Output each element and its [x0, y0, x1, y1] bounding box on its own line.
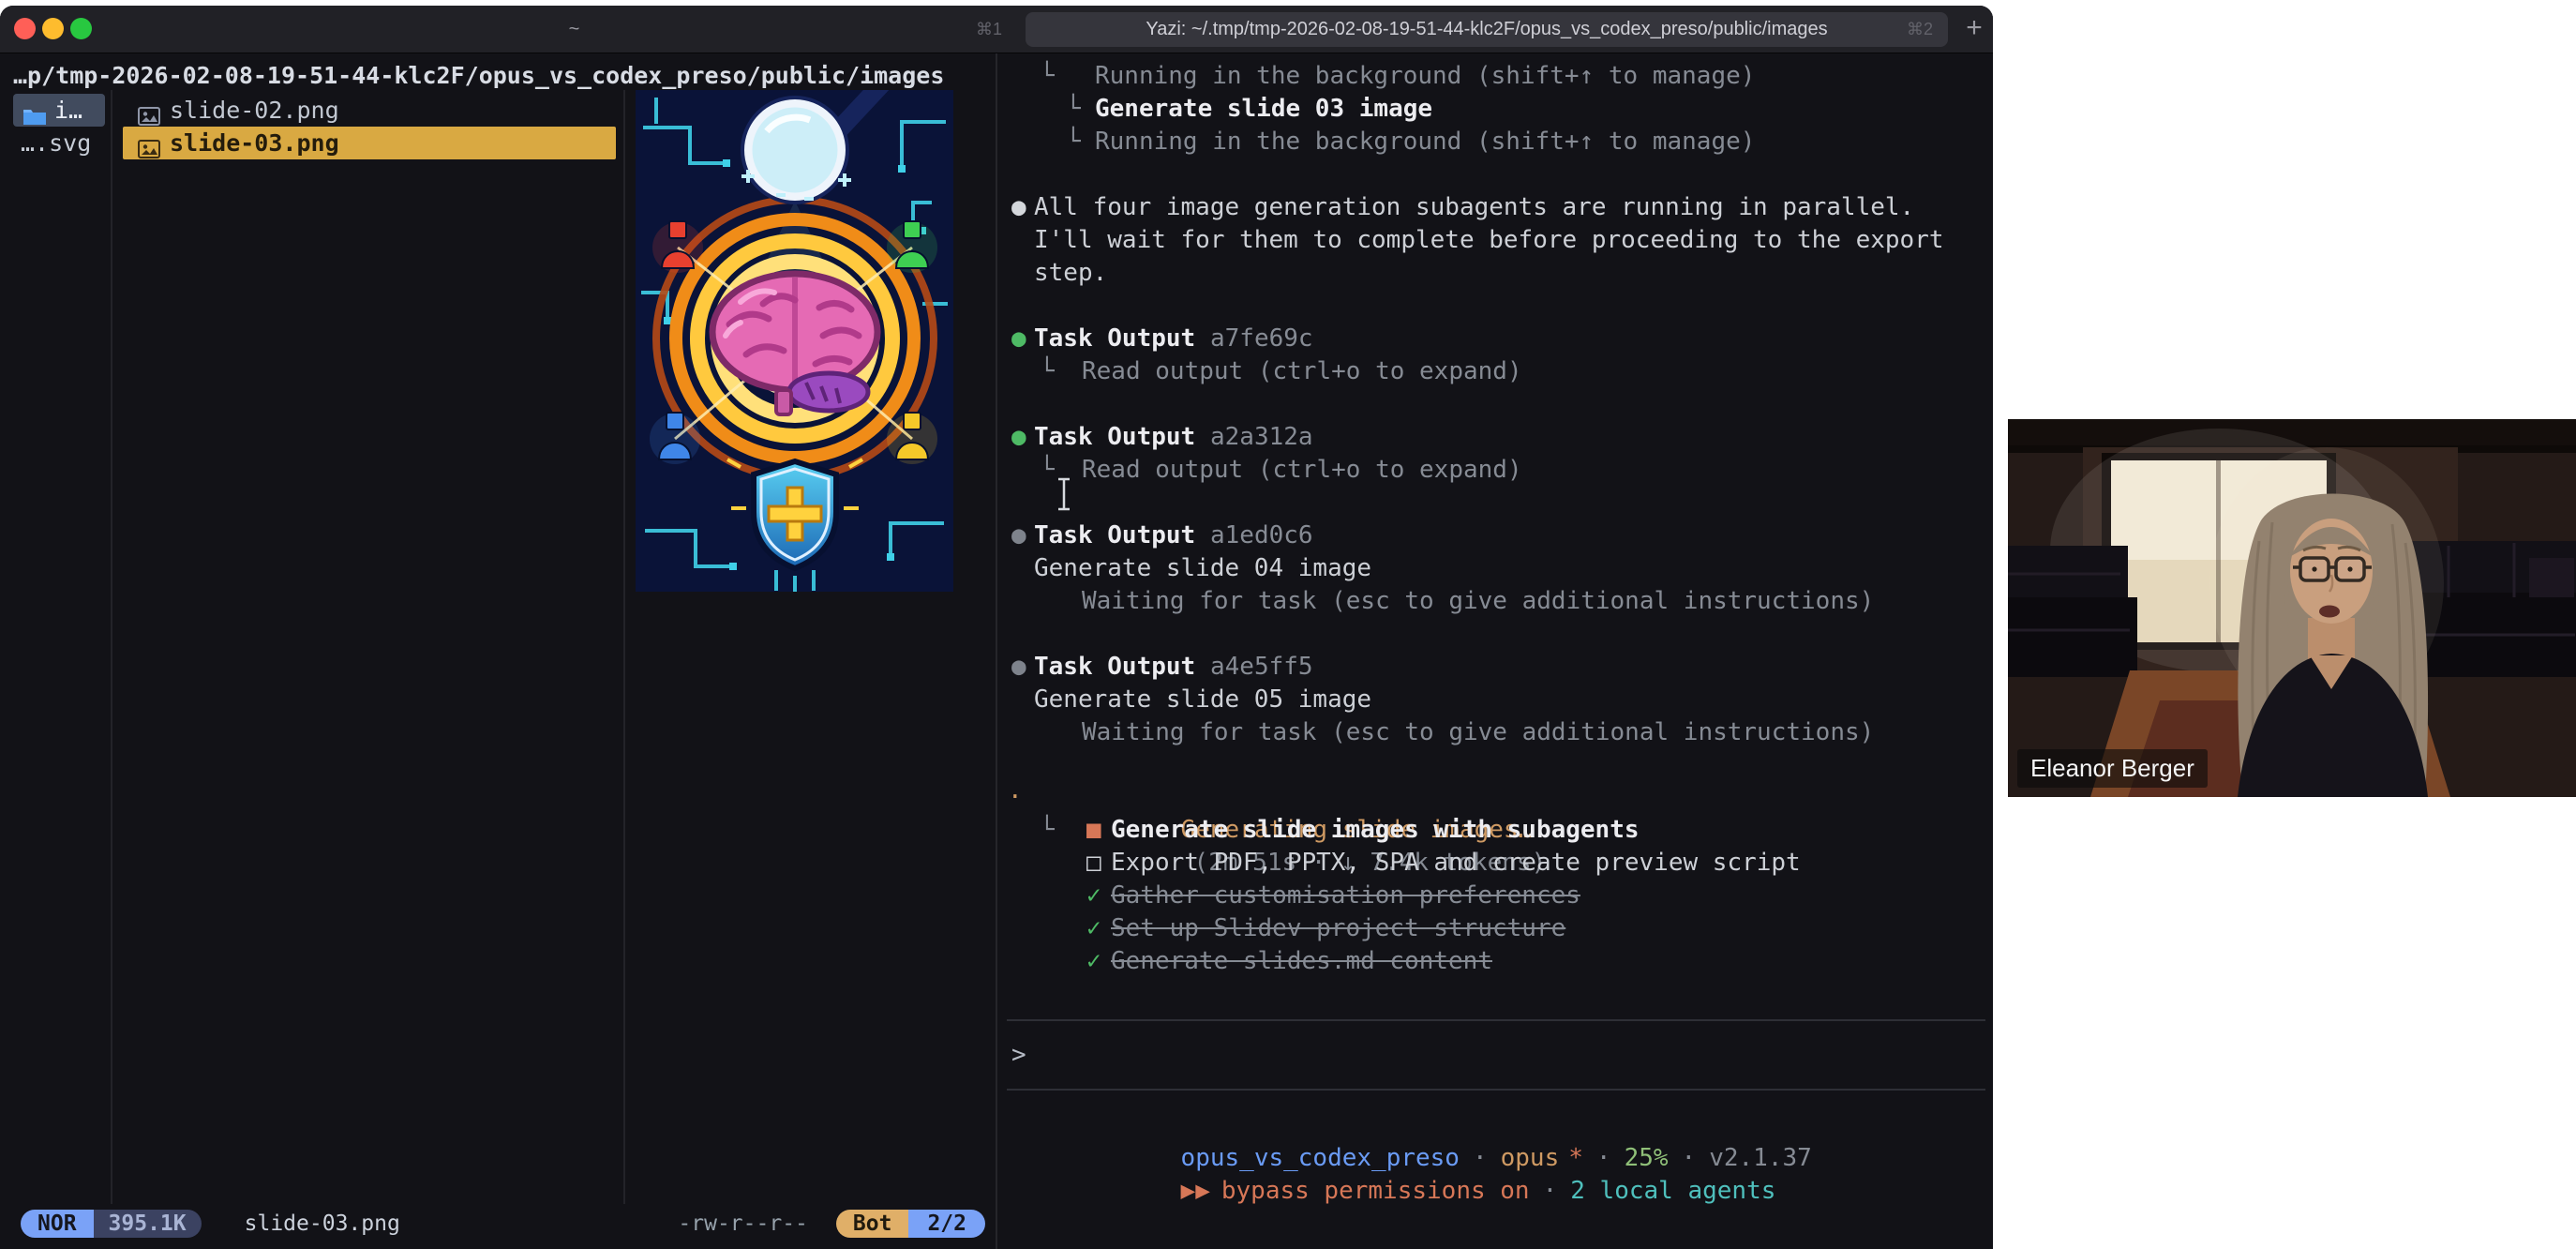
- file-name: slide-03.png: [170, 129, 339, 157]
- plus-icon: +: [1966, 12, 1983, 43]
- tab-yazi[interactable]: Yazi: ~/.tmp/tmp-2026-02-08-19-51-44-klc…: [1026, 12, 1948, 47]
- bg-task-running-line: └ Running in the background (shift+↑ to …: [1066, 128, 1756, 156]
- task-output-detail: └ Read output (ctrl+o to expand): [1040, 357, 1522, 385]
- task-output-waiting: Waiting for task (esc to give additional…: [1082, 587, 1875, 615]
- task-output-taskname: Generate slide 04 image: [1034, 554, 1372, 582]
- parent-item-images[interactable]: i…: [13, 94, 105, 127]
- parent-item-svg[interactable]: ….svg: [13, 127, 105, 159]
- preview-art-svg: [636, 73, 953, 592]
- column-divider: [623, 90, 625, 1204]
- parent-item-label: ….svg: [21, 129, 92, 157]
- bg-task-title-line: └ Generate slide 03 image: [1066, 95, 1433, 123]
- webcam-tile: Eleanor Berger: [2008, 419, 2576, 797]
- minimize-window-icon[interactable]: [42, 18, 64, 39]
- right-panel: Eleanor Berger: [1993, 0, 2576, 1249]
- task-output-header: ● Task Output a2a312a: [1011, 423, 1313, 451]
- bypass-permissions-text: bypass permissions on: [1221, 1177, 1530, 1205]
- spinner-icon: ·: [1008, 783, 1023, 811]
- claude-statusline: opus_vs_codex_preso · opus * · 25% · v2.1.37: [1180, 1144, 1812, 1172]
- claude-code-pane: └ Running in the background (shift+↑ to …: [997, 53, 1993, 1249]
- breadcrumb: …p/tmp-2026-02-08-19-51-44-klc2F/opus_vs…: [13, 62, 945, 89]
- todo-item-done: ✓ Gather customisation preferences: [997, 880, 1993, 912]
- check-icon: ✓: [1086, 914, 1101, 942]
- task-output-taskname: Generate slide 05 image: [1034, 685, 1372, 714]
- zoom-window-icon[interactable]: [70, 18, 92, 39]
- todo-item-open: □ Export PDF, PPTX, SPA and create previ…: [997, 847, 1993, 880]
- check-icon: ✓: [1086, 881, 1101, 910]
- position-badge: Bot: [835, 1210, 909, 1238]
- file-name: slide-02.png: [170, 97, 339, 124]
- screen: ~ ⌘1 Yazi: ~/.tmp/tmp-2026-02-08-19-51-4…: [0, 0, 2576, 1249]
- task-output-waiting: Waiting for task (esc to give additional…: [1082, 718, 1875, 746]
- double-arrow-icon: ▶▶: [1180, 1177, 1210, 1205]
- task-output-header: ● Task Output a7fe69c: [1011, 324, 1313, 353]
- permissions-line: ▶▶ bypass permissions on · 2 local agents: [1180, 1177, 1776, 1205]
- file-row-slide-03-selected[interactable]: slide-03.png: [123, 127, 616, 159]
- assistant-message-line: I'll wait for them to complete before pr…: [1034, 226, 1944, 254]
- yazi-statusbar: NOR 395.1K slide-03.png -rw-r--r-- Bot 2…: [0, 1210, 996, 1238]
- tab-home-shortcut: ⌘1: [975, 20, 1002, 38]
- prompt-icon: >: [1011, 1041, 1026, 1069]
- check-icon: ✓: [1086, 947, 1101, 975]
- image-preview: [636, 73, 953, 592]
- todo-open-box-icon: □: [1086, 849, 1101, 877]
- bg-task-running-line: └ Running in the background (shift+↑ to …: [1040, 62, 1756, 90]
- task-output-header: ● Task Output a4e5ff5: [1011, 653, 1313, 681]
- todo-item-done: ✓ Set up Slidev project structure: [997, 912, 1993, 945]
- image-file-icon: [138, 134, 160, 167]
- local-agents-text: 2 local agents: [1570, 1177, 1776, 1205]
- todo-active-box-icon: ■: [1086, 816, 1101, 844]
- folder-icon: [22, 101, 47, 127]
- tab-home[interactable]: ~ ⌘1: [131, 12, 1017, 47]
- webcam-video: [2008, 419, 2576, 797]
- todo-item-done: ✓ Generate slides.md content: [997, 945, 1993, 978]
- tab-yazi-label: Yazi: ~/.tmp/tmp-2026-02-08-19-51-44-klc…: [1146, 19, 1828, 39]
- tab-home-label: ~: [568, 19, 580, 39]
- parent-item-label: i…: [54, 97, 83, 124]
- assistant-message-line: ● All four image generation subagents ar…: [1011, 193, 1915, 221]
- counter-badge: 2/2: [908, 1210, 985, 1238]
- tab-yazi-shortcut: ⌘2: [1906, 20, 1933, 38]
- file-row-slide-02[interactable]: slide-02.png: [123, 94, 616, 127]
- assistant-message-line: step.: [1034, 259, 1108, 287]
- new-tab-button[interactable]: +: [1957, 12, 1991, 47]
- ibeam-cursor: [1056, 477, 1072, 515]
- prompt-input[interactable]: >: [1007, 1019, 1985, 1091]
- task-output-detail: └ Read output (ctrl+o to expand): [1040, 456, 1522, 484]
- close-window-icon[interactable]: [14, 18, 36, 39]
- statusbar-filename: slide-03.png: [244, 1211, 400, 1236]
- terminal-window: ~ ⌘1 Yazi: ~/.tmp/tmp-2026-02-08-19-51-4…: [0, 6, 1993, 1249]
- yazi-pane: …p/tmp-2026-02-08-19-51-44-klc2F/opus_vs…: [0, 53, 996, 1249]
- progress-line: · Generating slide images… (2m 51s · ↓ 7…: [1008, 783, 1547, 877]
- permissions-text: -rw-r--r--: [678, 1211, 808, 1236]
- todo-item-active: └ ■ Generate slide images with subagents: [997, 814, 1993, 847]
- column-divider: [111, 90, 112, 1204]
- task-output-header: ● Task Output a1ed0c6: [1011, 521, 1313, 549]
- participant-name-label: Eleanor Berger: [2017, 749, 2208, 788]
- window-titlebar: ~ ⌘1 Yazi: ~/.tmp/tmp-2026-02-08-19-51-4…: [0, 6, 1993, 53]
- file-size-badge: 395.1K: [93, 1210, 202, 1238]
- mode-badge: NOR: [21, 1210, 94, 1238]
